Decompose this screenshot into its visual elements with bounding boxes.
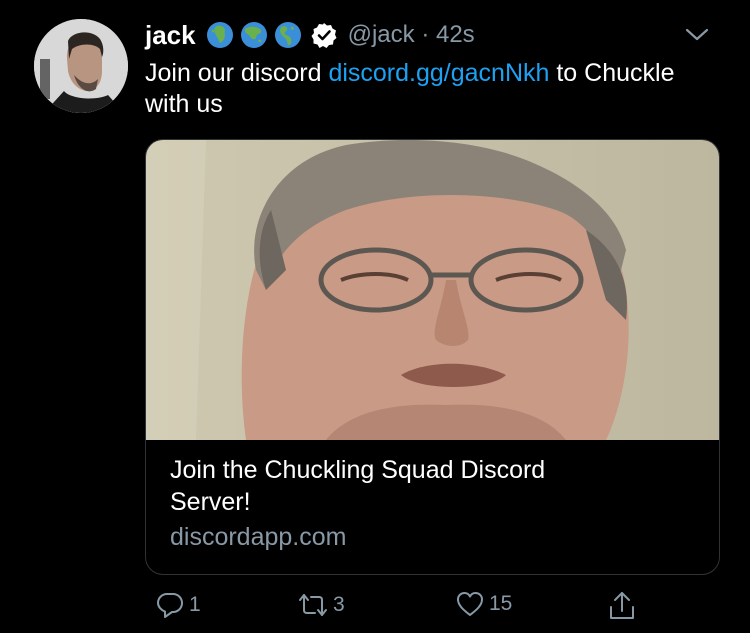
author-name[interactable]: jack [145, 20, 196, 51]
card-title: Join the Chuckling Squad Discord Server! [170, 456, 546, 516]
chevron-down-icon[interactable] [684, 24, 710, 44]
handle-and-timestamp[interactable]: @jack · 42s [348, 21, 475, 49]
link-preview-card[interactable]: Join the Chuckling Squad Discord Server!… [145, 139, 720, 575]
reply-button[interactable]: 1 [155, 590, 201, 620]
avatar[interactable] [34, 19, 128, 113]
retweet-count: 3 [333, 593, 345, 616]
tweet-header: jack @jack · 42s [145, 16, 730, 54]
globe-asia-icon [240, 22, 267, 48]
card-image [146, 140, 719, 440]
share-button[interactable] [607, 590, 637, 622]
verified-badge-icon [311, 23, 337, 48]
share-icon [610, 592, 634, 619]
globe-americas-icon [274, 22, 301, 48]
reply-icon [157, 593, 183, 618]
like-button[interactable]: 15 [455, 590, 512, 618]
card-domain: discordapp.com [170, 523, 347, 551]
retweet-button[interactable]: 3 [297, 590, 345, 620]
card-body: Join the Chuckling Squad Discord Server!… [170, 454, 699, 554]
heart-icon [457, 592, 483, 616]
tweet-actions: 1 3 15 [145, 590, 645, 624]
tweet-text-intro: Join our discord [145, 59, 329, 87]
avatar-image [34, 19, 128, 113]
tweet-text: Join our discord discord.gg/gacnNkh to C… [145, 58, 705, 120]
tweet-link[interactable]: discord.gg/gacnNkh [328, 59, 549, 87]
like-count: 15 [489, 592, 513, 615]
reply-count: 1 [189, 593, 201, 616]
retweet-icon [299, 594, 327, 616]
globe-africa-icon [206, 22, 233, 48]
